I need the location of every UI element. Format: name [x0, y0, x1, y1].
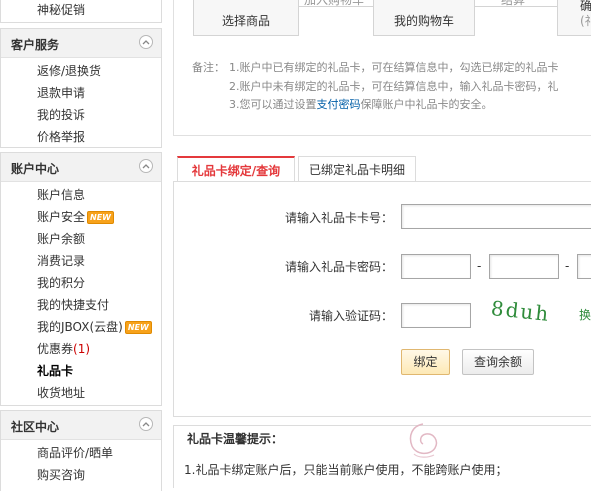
- sidebar-item-coupons[interactable]: 优惠券(1): [37, 342, 90, 356]
- step-label: 我的购物车: [393, 14, 454, 28]
- sidebar-item-gift-card[interactable]: 礼品卡: [37, 364, 73, 378]
- section-header[interactable]: 社区中心: [1, 411, 161, 440]
- dash-separator: -: [565, 259, 570, 273]
- collapse-up-icon[interactable]: [139, 159, 153, 173]
- step-label: 选择商品: [221, 14, 270, 28]
- step-checkout: 结算: [501, 0, 526, 7]
- note-line-1: 1.账户中已有绑定的礼品卡，可在结算信息中，勾选已绑定的礼品卡: [229, 61, 559, 74]
- new-badge: NEW: [124, 321, 152, 334]
- sidebar-section-account-center: 账户中心 账户信息 账户安全 NEW 账户余额 消费记录 我的积分 我的快捷支付 …: [0, 152, 162, 406]
- coupon-count: (1): [73, 342, 91, 356]
- step-confirm: 确认 (礼: [557, 0, 591, 36]
- card-password-part-2[interactable]: [489, 254, 559, 279]
- new-badge: NEW: [87, 211, 114, 224]
- sidebar-item-account-security[interactable]: 账户安全 NEW: [37, 210, 114, 224]
- card-password-part-1[interactable]: [401, 254, 471, 279]
- card-password-label: 请输入礼品卡密码：: [285, 260, 394, 274]
- step-select-goods: 选择商品: [193, 0, 299, 36]
- note-line-2: 2.账户中未有绑定的礼品卡，可在结算信息中，输入礼品卡密码，礼: [229, 80, 559, 93]
- card-number-input[interactable]: [401, 204, 591, 229]
- refresh-captcha-link[interactable]: 换: [579, 306, 591, 323]
- tab-bound-details[interactable]: 已绑定礼品卡明细: [298, 156, 416, 182]
- section-header[interactable]: 账户中心: [1, 153, 161, 182]
- sidebar-section-customer-service: 客户服务 返修/退换货 退款申请 我的投诉 价格举报: [0, 28, 162, 148]
- section-title: 社区中心: [11, 420, 60, 434]
- note-line-3: 3.您可以通过设置支付密码保障账户中礼品卡的安全。: [229, 96, 493, 112]
- sidebar-item-jbox[interactable]: 我的JBOX(云盘) NEW: [37, 320, 152, 334]
- sidebar-item-reviews[interactable]: 商品评价/晒单: [37, 446, 113, 460]
- sidebar: 神秘促销 客户服务 返修/退换货 退款申请 我的投诉 价格举报 账户中心 账户信…: [0, 0, 162, 491]
- sidebar-item-consult[interactable]: 购买咨询: [37, 468, 85, 482]
- sidebar-item-account-info[interactable]: 账户信息: [37, 188, 85, 202]
- tips-title: 礼品卡温馨提示：: [187, 432, 284, 446]
- notes-prefix: 备注：: [192, 61, 225, 74]
- sidebar-item-account-balance[interactable]: 账户余额: [37, 232, 85, 246]
- collapse-up-icon[interactable]: [139, 417, 153, 431]
- section-title: 账户中心: [11, 162, 60, 176]
- sidebar-item-label: 账户安全: [37, 210, 86, 224]
- bind-button[interactable]: 绑定: [401, 349, 450, 375]
- watermark-icon: [404, 420, 442, 463]
- check-balance-button[interactable]: 查询余额: [462, 349, 534, 375]
- sidebar-item-consumption-records[interactable]: 消费记录: [37, 254, 85, 268]
- tips-line-1: 1.礼品卡绑定账户后，只能当前账户使用，不能跨账户使用；: [184, 463, 508, 477]
- step-label: 确认: [580, 0, 591, 13]
- dash-separator: -: [477, 259, 482, 273]
- sidebar-section-top: 神秘促销: [0, 0, 162, 23]
- captcha-input[interactable]: [401, 303, 471, 328]
- tab-bind-query[interactable]: 礼品卡绑定/查询: [177, 156, 295, 182]
- sidebar-section-community: 社区中心 商品评价/晒单 购买咨询: [0, 410, 162, 491]
- collapse-up-icon[interactable]: [139, 35, 153, 49]
- sidebar-item-returns[interactable]: 返修/退换货: [37, 64, 101, 78]
- card-password-part-3[interactable]: [577, 254, 591, 279]
- step-add-to-cart: 加入购物车: [304, 0, 365, 7]
- card-number-label: 请输入礼品卡卡号：: [285, 211, 394, 225]
- step-my-cart: 我的购物车: [373, 0, 475, 36]
- sidebar-item-refund[interactable]: 退款申请: [37, 86, 85, 100]
- section-header[interactable]: 客户服务: [1, 29, 161, 58]
- payment-password-link[interactable]: 支付密码: [317, 98, 361, 111]
- step-sublabel: (礼: [580, 14, 591, 28]
- sidebar-item-label: 我的JBOX(云盘): [37, 320, 123, 334]
- sidebar-item-price-report[interactable]: 价格举报: [37, 130, 85, 144]
- sidebar-item-my-points[interactable]: 我的积分: [37, 276, 85, 290]
- captcha-label: 请输入验证码：: [309, 309, 394, 323]
- sidebar-item-shipping-address[interactable]: 收货地址: [37, 386, 85, 400]
- note-text: 3.您可以通过设置: [229, 98, 317, 111]
- sidebar-item-mystery-promo[interactable]: 神秘促销: [37, 3, 85, 17]
- sidebar-item-complaints[interactable]: 我的投诉: [37, 108, 85, 122]
- sidebar-item-quick-pay[interactable]: 我的快捷支付: [37, 298, 109, 312]
- note-text: 保障账户中礼品卡的安全。: [360, 98, 493, 111]
- section-title: 客户服务: [11, 38, 60, 52]
- sidebar-item-label: 优惠券: [37, 342, 74, 356]
